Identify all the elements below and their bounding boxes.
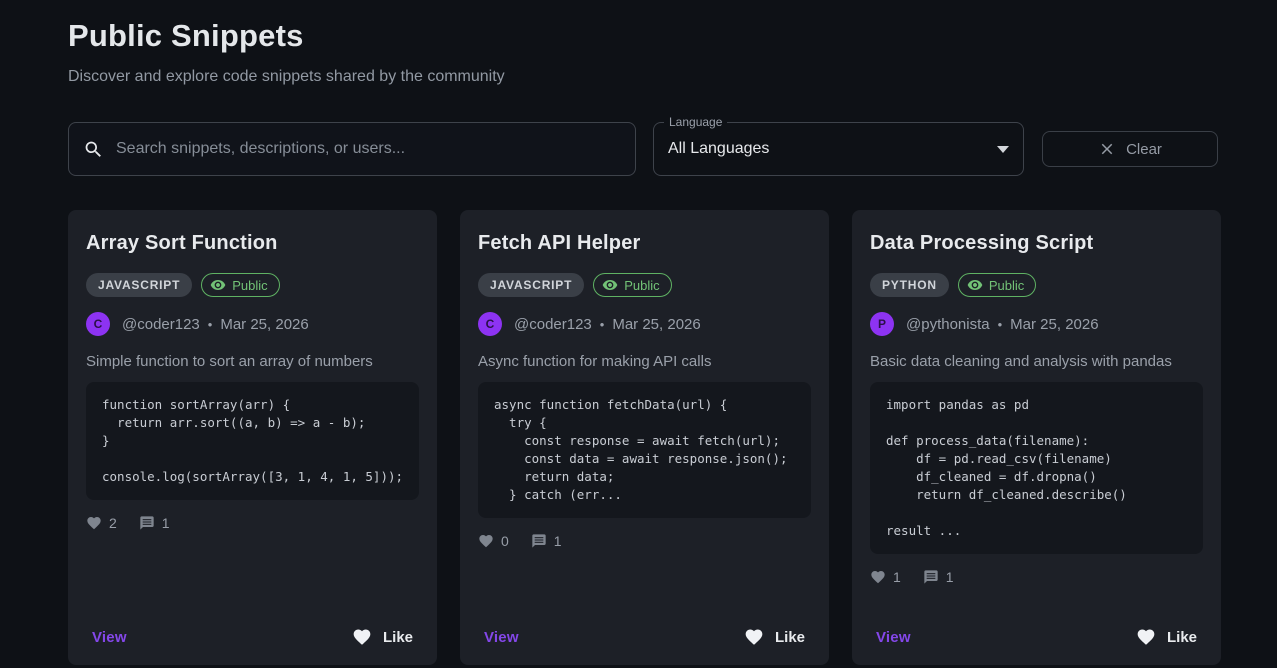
likes-count: 0 <box>501 533 509 549</box>
snippet-cards-grid: Array Sort Function JAVASCRIPT Public C … <box>68 210 1220 665</box>
badge-row: JAVASCRIPT Public <box>478 273 811 297</box>
comments-count: 1 <box>554 533 562 549</box>
snippet-description: Simple function to sort an array of numb… <box>86 353 419 370</box>
visibility-badge-label: Public <box>624 278 659 293</box>
heart-icon <box>870 569 886 585</box>
like-button[interactable]: Like <box>1136 627 1197 647</box>
view-button[interactable]: View <box>92 629 127 646</box>
snippet-card: Data Processing Script PYTHON Public P @… <box>852 210 1221 665</box>
badge-row: PYTHON Public <box>870 273 1203 297</box>
author-meta: C @coder123 • Mar 25, 2026 <box>86 312 419 336</box>
visibility-badge-label: Public <box>232 278 267 293</box>
eye-icon <box>602 277 618 293</box>
clear-button-label: Clear <box>1126 141 1162 158</box>
card-actions: View Like <box>86 627 419 651</box>
username: @coder123 <box>514 316 592 333</box>
snippet-date: Mar 25, 2026 <box>220 316 308 333</box>
likes-stat: 2 <box>86 515 117 531</box>
language-select[interactable]: Language All Languages <box>653 122 1024 176</box>
filter-bar: Language All Languages Clear <box>68 122 1220 176</box>
search-input[interactable] <box>116 140 621 158</box>
like-button[interactable]: Like <box>744 627 805 647</box>
spacer <box>870 585 1203 627</box>
snippet-title: Fetch API Helper <box>478 232 811 255</box>
chevron-down-icon <box>997 146 1009 153</box>
close-icon <box>1098 140 1116 158</box>
comment-icon <box>139 515 155 531</box>
language-badge: JAVASCRIPT <box>86 273 192 297</box>
heart-icon <box>86 515 102 531</box>
language-select-value: All Languages <box>668 140 769 158</box>
snippet-card: Array Sort Function JAVASCRIPT Public C … <box>68 210 437 665</box>
likes-count: 2 <box>109 515 117 531</box>
visibility-badge: Public <box>593 273 671 297</box>
page-subtitle: Discover and explore code snippets share… <box>68 68 1220 86</box>
search-box[interactable] <box>68 122 636 176</box>
like-button[interactable]: Like <box>352 627 413 647</box>
username: @coder123 <box>122 316 200 333</box>
eye-icon <box>210 277 226 293</box>
language-badge: PYTHON <box>870 273 949 297</box>
likes-stat: 0 <box>478 533 509 549</box>
stats-row: 2 1 <box>86 515 419 531</box>
comments-count: 1 <box>162 515 170 531</box>
comment-icon <box>531 533 547 549</box>
badge-row: JAVASCRIPT Public <box>86 273 419 297</box>
likes-count: 1 <box>893 569 901 585</box>
visibility-badge-label: Public <box>989 278 1024 293</box>
language-select-label: Language <box>664 115 727 129</box>
code-preview: function sortArray(arr) { return arr.sor… <box>86 382 419 500</box>
code-preview: async function fetchData(url) { try { co… <box>478 382 811 518</box>
likes-stat: 1 <box>870 569 901 585</box>
stats-row: 1 1 <box>870 569 1203 585</box>
stats-row: 0 1 <box>478 533 811 549</box>
like-button-label: Like <box>1167 629 1197 646</box>
like-button-label: Like <box>383 629 413 646</box>
meta-dot: • <box>208 317 213 332</box>
card-actions: View Like <box>870 627 1203 651</box>
page-title: Public Snippets <box>68 18 1220 54</box>
meta-dot: • <box>600 317 605 332</box>
comments-count: 1 <box>946 569 954 585</box>
author-meta: C @coder123 • Mar 25, 2026 <box>478 312 811 336</box>
username: @pythonista <box>906 316 990 333</box>
heart-icon <box>478 533 494 549</box>
snippet-title: Array Sort Function <box>86 232 419 255</box>
card-actions: View Like <box>478 627 811 651</box>
snippet-card: Fetch API Helper JAVASCRIPT Public C @co… <box>460 210 829 665</box>
comments-stat: 1 <box>139 515 170 531</box>
spacer <box>86 531 419 627</box>
heart-icon <box>744 627 764 647</box>
visibility-badge: Public <box>201 273 279 297</box>
public-snippets-page: Public Snippets Discover and explore cod… <box>0 0 1277 665</box>
comment-icon <box>923 569 939 585</box>
clear-filters-button[interactable]: Clear <box>1042 131 1218 167</box>
snippet-date: Mar 25, 2026 <box>1010 316 1098 333</box>
snippet-description: Async function for making API calls <box>478 353 811 370</box>
spacer <box>478 549 811 627</box>
snippet-title: Data Processing Script <box>870 232 1203 255</box>
code-preview: import pandas as pd def process_data(fil… <box>870 382 1203 554</box>
like-button-label: Like <box>775 629 805 646</box>
comments-stat: 1 <box>923 569 954 585</box>
view-button[interactable]: View <box>876 629 911 646</box>
meta-dot: • <box>998 317 1003 332</box>
avatar: C <box>478 312 502 336</box>
avatar: P <box>870 312 894 336</box>
snippet-date: Mar 25, 2026 <box>612 316 700 333</box>
language-badge: JAVASCRIPT <box>478 273 584 297</box>
heart-icon <box>352 627 372 647</box>
eye-icon <box>967 277 983 293</box>
heart-icon <box>1136 627 1156 647</box>
view-button[interactable]: View <box>484 629 519 646</box>
visibility-badge: Public <box>958 273 1036 297</box>
comments-stat: 1 <box>531 533 562 549</box>
avatar: C <box>86 312 110 336</box>
author-meta: P @pythonista • Mar 25, 2026 <box>870 312 1203 336</box>
snippet-description: Basic data cleaning and analysis with pa… <box>870 353 1203 370</box>
search-icon <box>83 139 104 160</box>
